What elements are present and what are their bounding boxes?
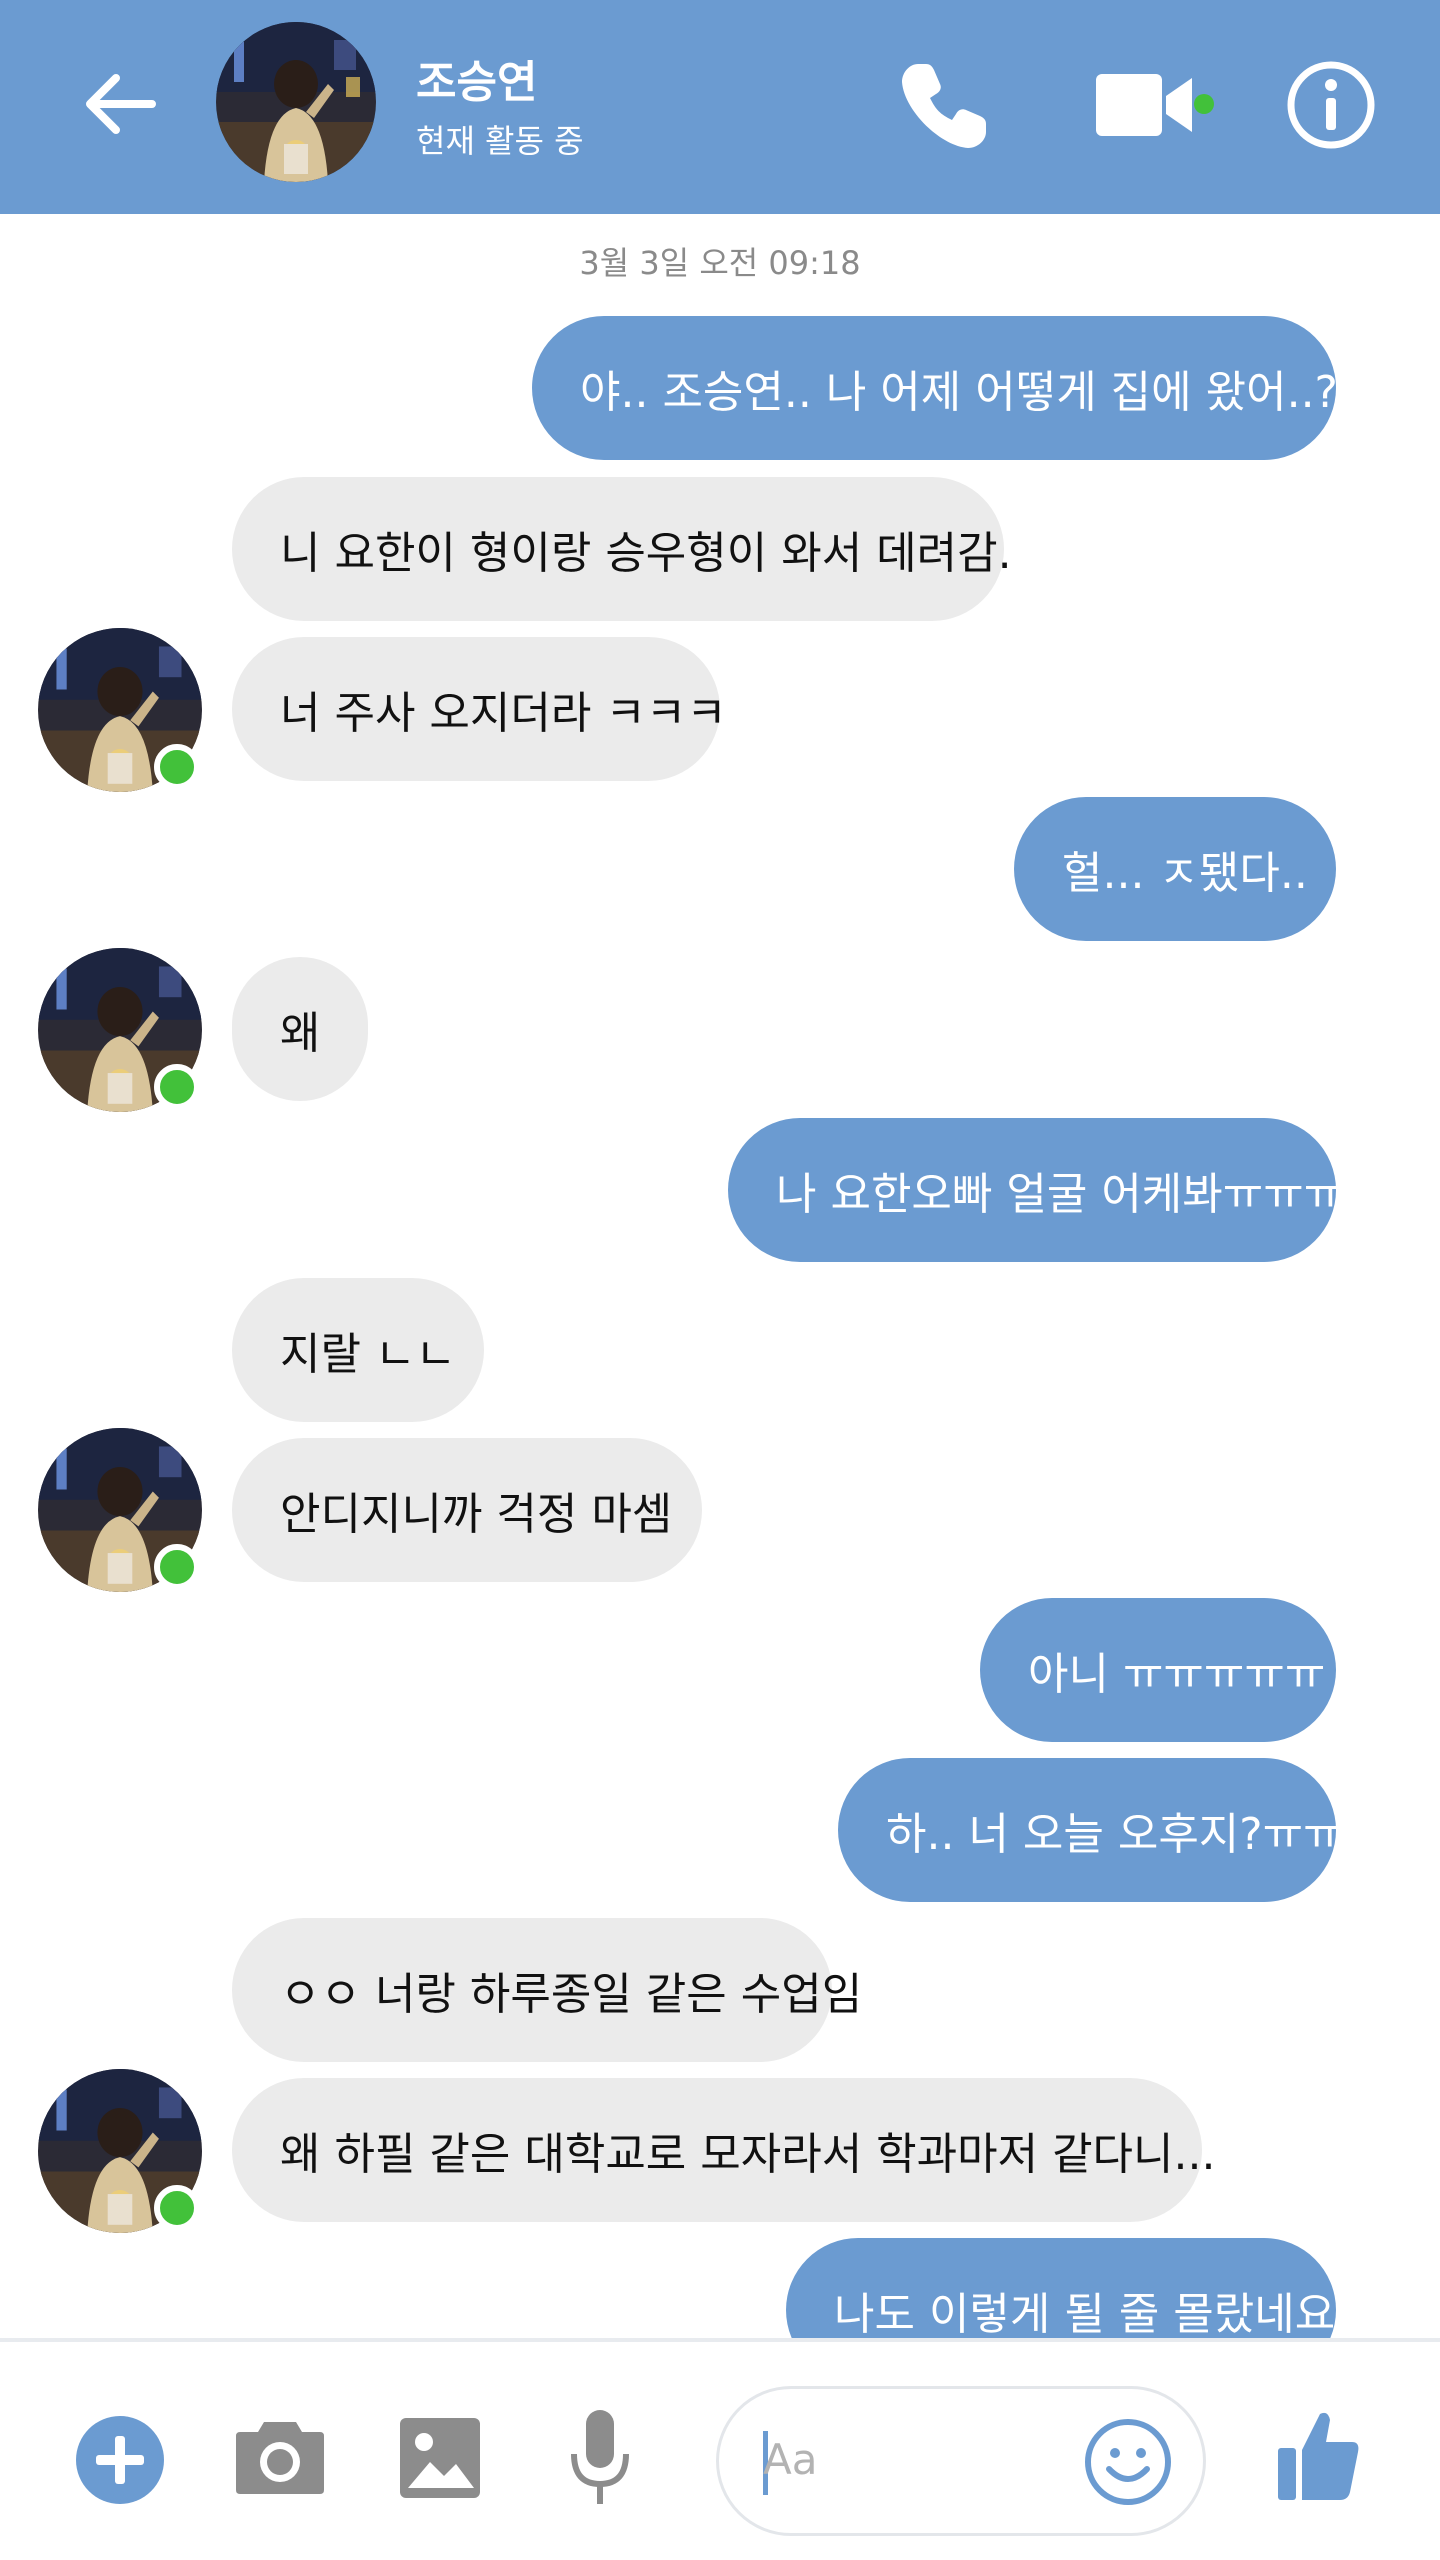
phone-icon xyxy=(902,64,986,148)
activity-status: 현재 활동 중 xyxy=(416,122,584,160)
contact-avatar-small[interactable] xyxy=(38,1428,202,1592)
message-bubble-incoming[interactable]: 니 요한이 형이랑 승우형이 와서 데려감. xyxy=(232,477,1012,621)
thumbs-up-icon xyxy=(1278,2412,1359,2500)
contact-name: 조승연 xyxy=(416,57,538,108)
message-bubble-incoming[interactable]: 왜 xyxy=(232,957,368,1101)
message-bubble-outgoing[interactable]: 나 요한오빠 얼굴 어케봐ㅠㅠㅠ xyxy=(728,1118,1344,1262)
camera-icon xyxy=(236,2422,324,2494)
voice-call-button[interactable] xyxy=(896,58,992,154)
message-bubble-outgoing[interactable]: 야.. 조승연.. 나 어제 어떻게 집에 왔어..? xyxy=(532,316,1338,460)
voice-message-button[interactable] xyxy=(568,2406,632,2514)
contact-photo xyxy=(216,22,376,182)
message-bubble-incoming[interactable]: ㅇㅇ 너랑 하루종일 같은 수업임 xyxy=(232,1918,862,2062)
message-bubble-outgoing[interactable]: 하.. 너 오늘 오후지?ㅠㅠ xyxy=(838,1758,1344,1902)
plus-circle-icon xyxy=(76,2416,164,2504)
gallery-button[interactable] xyxy=(398,2416,482,2500)
back-button[interactable] xyxy=(78,62,162,146)
message-timestamp: 3월 3일 오전 09:18 xyxy=(579,244,861,282)
online-indicator xyxy=(154,1064,200,1110)
chat-header: 조승연 현재 활동 중 xyxy=(0,0,1440,214)
video-call-button[interactable] xyxy=(1092,60,1232,150)
camera-button[interactable] xyxy=(234,2414,326,2496)
message-bubble-incoming[interactable]: 왜 하필 같은 대학교로 모자라서 학과마저 같다니... xyxy=(232,2078,1215,2222)
emoji-button[interactable] xyxy=(1083,2417,1173,2507)
contact-avatar[interactable] xyxy=(216,22,376,182)
message-input-placeholder: Aa xyxy=(763,2435,818,2484)
smiley-icon xyxy=(1085,2419,1171,2505)
message-input[interactable]: Aa xyxy=(716,2386,1206,2536)
more-actions-button[interactable] xyxy=(74,2414,166,2506)
message-bubble-incoming[interactable]: 안디지니까 걱정 마셈 xyxy=(232,1438,702,1582)
contact-avatar-small[interactable] xyxy=(38,628,202,792)
contact-avatar-small[interactable] xyxy=(38,2069,202,2233)
online-indicator xyxy=(154,744,200,790)
contact-avatar-small[interactable] xyxy=(38,948,202,1112)
like-button[interactable] xyxy=(1276,2408,1362,2504)
message-bubble-outgoing[interactable]: 헐... ㅈ됐다.. xyxy=(1014,797,1336,941)
info-button[interactable] xyxy=(1284,58,1378,152)
message-bubble-outgoing[interactable]: 아니 ㅠㅠㅠㅠㅠ xyxy=(980,1598,1336,1742)
message-bubble-incoming[interactable]: 너 주사 오지더라 ㅋㅋㅋ xyxy=(232,637,727,781)
video-camera-icon xyxy=(1096,74,1214,136)
microphone-icon xyxy=(571,2410,629,2504)
info-icon xyxy=(1287,61,1375,149)
online-indicator xyxy=(154,2185,200,2231)
arrow-left-icon xyxy=(86,74,156,134)
online-indicator xyxy=(154,1544,200,1590)
message-composer: Aa xyxy=(0,2338,1440,2560)
image-icon xyxy=(400,2418,480,2498)
message-bubble-incoming[interactable]: 지랄 ㄴㄴ xyxy=(232,1278,484,1422)
